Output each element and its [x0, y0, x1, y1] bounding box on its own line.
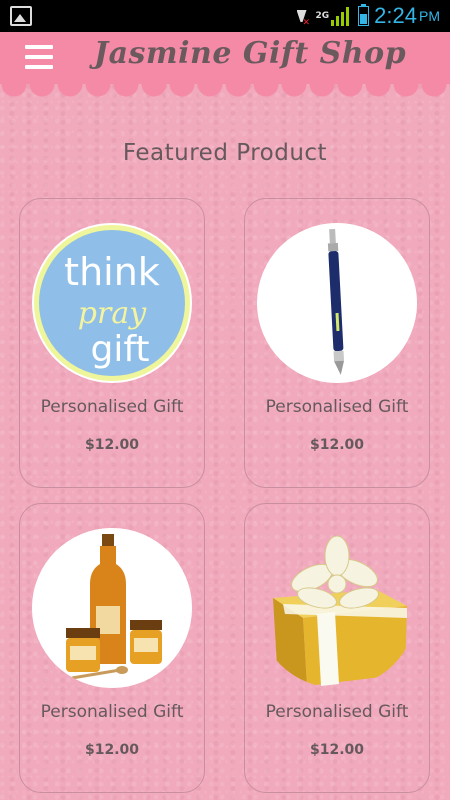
battery-icon	[358, 4, 370, 26]
logo-word-gift: gift	[90, 329, 149, 370]
product-card[interactable]: Personalised Gift $12.00	[19, 503, 205, 793]
section-title: Featured Product	[122, 140, 328, 166]
product-price: $12.00	[309, 742, 365, 758]
logo-word-think: think	[64, 250, 160, 294]
app-title: Jasmine Gift Shop	[93, 36, 407, 71]
product-name: Personalised Gift	[40, 702, 184, 722]
product-name: Personalised Gift	[265, 702, 409, 722]
clock-time: 2:24	[374, 3, 417, 28]
product-name: Personalised Gift	[40, 397, 184, 417]
logo-word-pray: pray	[78, 296, 147, 331]
signal-icon	[331, 6, 350, 26]
product-card[interactable]: think pray gift Personalised Gift $12.00	[19, 198, 205, 488]
image-notification-icon	[10, 6, 32, 26]
product-image-gift-box[interactable]	[257, 528, 417, 688]
wifi-off-icon: ✕	[295, 8, 311, 28]
hamburger-menu-icon[interactable]	[25, 45, 53, 69]
product-card[interactable]: Personalised Gift $12.00	[244, 198, 430, 488]
product-image-pen[interactable]	[257, 223, 417, 383]
status-icons: ✕ 2G 2:24 PM	[295, 0, 440, 32]
status-bar: ✕ 2G 2:24 PM	[0, 0, 450, 32]
product-price: $12.00	[84, 742, 140, 758]
network-type-label: 2G	[315, 10, 330, 21]
product-name: Personalised Gift	[265, 397, 409, 417]
product-image-honey[interactable]	[32, 528, 192, 688]
product-price: $12.00	[84, 437, 140, 453]
product-card[interactable]: Personalised Gift $12.00	[244, 503, 430, 793]
clock-ampm: PM	[419, 8, 440, 24]
product-image-think-pray-gift[interactable]: think pray gift	[32, 223, 192, 383]
header-scallop-edge	[0, 84, 450, 98]
product-price: $12.00	[309, 437, 365, 453]
